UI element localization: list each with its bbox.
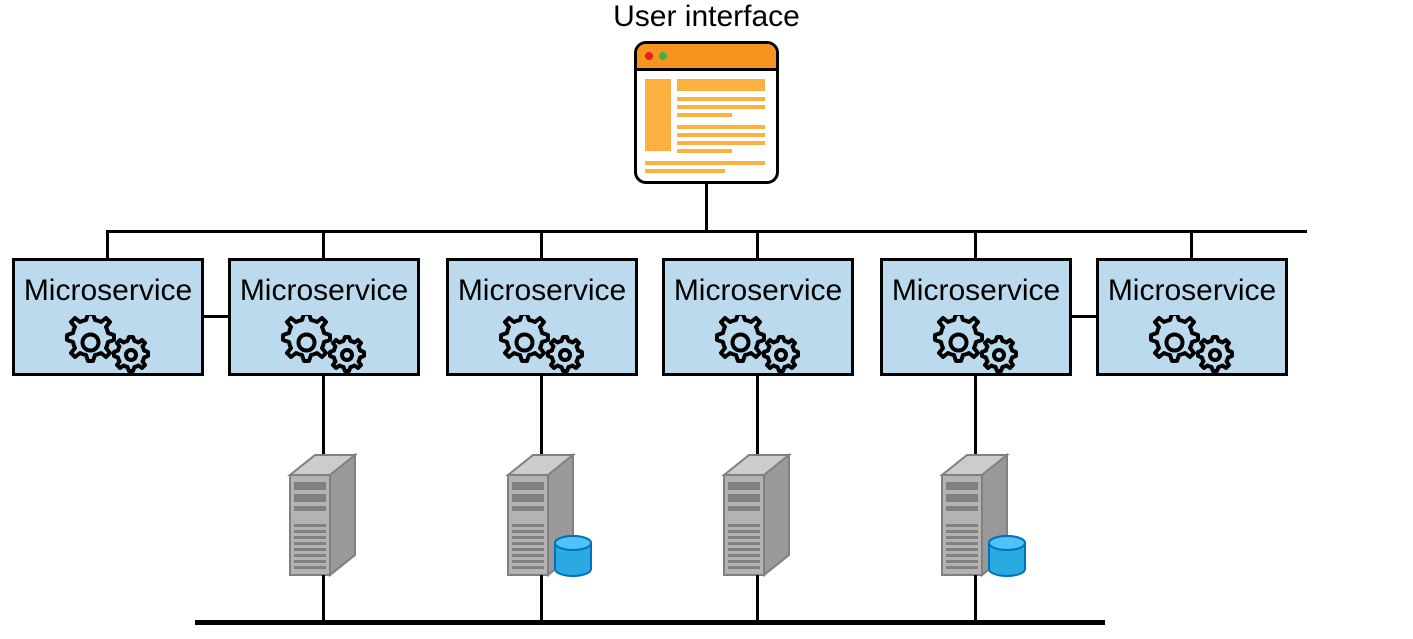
gears-icon	[279, 315, 369, 373]
microservice-box: Microservice	[1096, 258, 1288, 376]
connector	[974, 575, 977, 620]
connector	[540, 575, 543, 620]
gears-icon	[1147, 315, 1237, 373]
text-line	[677, 105, 765, 109]
header-block	[677, 79, 765, 91]
connector-bus-top	[106, 230, 1307, 233]
server-icon	[280, 450, 390, 580]
microservice-box: Microservice	[880, 258, 1072, 376]
connector-pair	[1072, 315, 1096, 318]
connector	[106, 230, 109, 258]
text-line	[677, 133, 765, 137]
server-icon	[714, 450, 824, 580]
connector	[974, 376, 977, 456]
server-with-database-icon	[498, 450, 608, 580]
microservice-label: Microservice	[449, 274, 635, 308]
microservice-label: Microservice	[1099, 274, 1285, 308]
window-titlebar	[637, 44, 776, 71]
gears-icon	[63, 315, 153, 373]
connector	[756, 575, 759, 620]
connector	[756, 376, 759, 456]
text-line	[677, 97, 765, 101]
diagram-title: User interface	[0, 0, 1413, 34]
gears-icon	[931, 315, 1021, 373]
gears-icon	[497, 315, 587, 373]
sidebar-block	[645, 79, 671, 151]
gears-icon	[713, 315, 803, 373]
connector-bus-bottom	[195, 620, 1105, 625]
text-line	[677, 125, 765, 129]
microservice-label: Microservice	[15, 274, 201, 308]
text-line	[677, 149, 732, 153]
text-line	[645, 161, 765, 165]
server-with-database-icon	[932, 450, 1042, 580]
connector	[974, 230, 977, 258]
connector	[705, 184, 708, 230]
microservice-label: Microservice	[231, 274, 417, 308]
microservice-box: Microservice	[12, 258, 204, 376]
microservice-label: Microservice	[665, 274, 851, 308]
connector	[322, 230, 325, 258]
text-line	[677, 141, 765, 145]
window-close-dot	[645, 52, 653, 60]
connector	[540, 376, 543, 456]
microservice-box: Microservice	[228, 258, 420, 376]
window-body	[637, 71, 776, 181]
microservice-box: Microservice	[662, 258, 854, 376]
architecture-diagram: User interface	[0, 0, 1413, 639]
connector	[756, 230, 759, 258]
text-line	[645, 169, 725, 173]
connector	[1190, 230, 1193, 258]
connector	[540, 230, 543, 258]
connector-pair	[204, 315, 228, 318]
connector	[322, 575, 325, 620]
window-minimize-dot	[659, 52, 667, 60]
microservice-box: Microservice	[446, 258, 638, 376]
text-line	[677, 113, 732, 117]
connector	[322, 376, 325, 456]
user-interface-window	[634, 41, 779, 184]
microservice-label: Microservice	[883, 274, 1069, 308]
